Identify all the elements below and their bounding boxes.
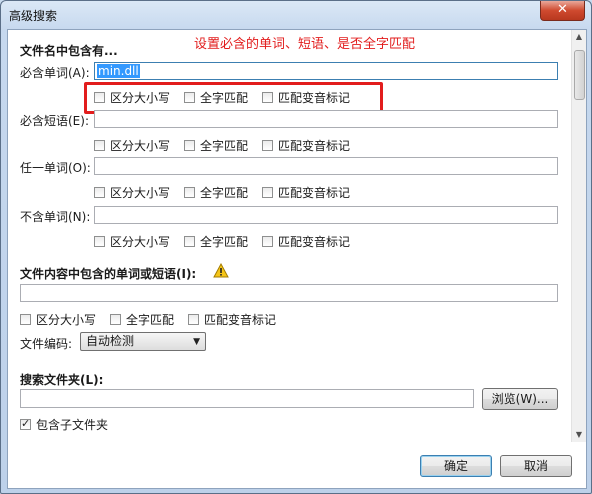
checkbox-label: 包含子文件夹 — [36, 418, 109, 432]
checkbox-label: 全字匹配 — [200, 186, 249, 200]
window-title: 高级搜索 — [9, 9, 58, 23]
include-subfolders-checkbox[interactable]: 包含子文件夹 — [20, 416, 108, 433]
match-diacritics-checkbox[interactable]: 匹配变音标记 — [262, 137, 350, 154]
checkbox-label: 匹配变音标记 — [278, 139, 351, 153]
content-whole-word-checkbox[interactable]: 全字匹配 — [110, 311, 174, 328]
checkbox-box[interactable] — [262, 140, 274, 151]
checkbox-label: 区分大小写 — [110, 186, 171, 200]
must-phrase-options: 区分大小写 全字匹配 匹配变音标记 — [94, 137, 364, 154]
checkbox-label: 区分大小写 — [110, 139, 171, 153]
whole-word-checkbox[interactable]: 全字匹配 — [184, 184, 248, 201]
browse-button[interactable]: 浏览(W)... — [482, 388, 558, 410]
exclude-words-options: 区分大小写 全字匹配 匹配变音标记 — [94, 233, 364, 250]
dialog-body: ▲ ▼ 设置必含的单词、短语、是否全字匹配 文件名中包含有... 必含单词(A)… — [7, 29, 587, 489]
whole-word-checkbox[interactable]: 全字匹配 — [184, 233, 248, 250]
match-case-checkbox[interactable]: 区分大小写 — [94, 184, 170, 201]
scroll-down-icon[interactable]: ▼ — [572, 428, 586, 442]
must-phrase-input[interactable] — [94, 110, 558, 128]
whole-word-checkbox[interactable]: 全字匹配 — [184, 137, 248, 154]
title-bar[interactable]: 高级搜索 ✕ — [1, 1, 591, 29]
must-words-input[interactable]: min.dll — [94, 62, 558, 80]
match-diacritics-checkbox[interactable]: 匹配变音标记 — [262, 184, 350, 201]
checkbox-box[interactable] — [110, 314, 122, 325]
checkbox-box[interactable] — [94, 140, 105, 151]
folder-input[interactable] — [20, 389, 474, 408]
checkbox-box[interactable] — [184, 236, 196, 247]
checkbox-box[interactable] — [94, 236, 105, 247]
scroll-up-icon[interactable]: ▲ — [572, 30, 586, 44]
any-word-input[interactable] — [94, 157, 558, 175]
ok-button[interactable]: 确定 — [420, 455, 492, 477]
advanced-search-dialog: 高级搜索 ✕ ▲ ▼ 设置必含的单词、短语、是否全字匹配 文件名中包含有... … — [0, 0, 592, 494]
checkbox-label: 匹配变音标记 — [278, 235, 351, 249]
content-section-heading: 文件内容中包含的单词或短语(I): — [20, 267, 197, 281]
checkbox-label: 区分大小写 — [36, 313, 97, 327]
filename-section-heading: 文件名中包含有... — [20, 44, 118, 58]
content-match-case-checkbox[interactable]: 区分大小写 — [20, 311, 96, 328]
checkbox-box[interactable] — [20, 417, 31, 430]
checkbox-box[interactable] — [262, 236, 274, 247]
checkbox-label: 匹配变音标记 — [204, 313, 277, 327]
must-words-label: 必含单词(A): — [20, 66, 90, 80]
match-case-checkbox[interactable]: 区分大小写 — [94, 233, 170, 250]
checkbox-label: 区分大小写 — [110, 235, 171, 249]
any-word-options: 区分大小写 全字匹配 匹配变音标记 — [94, 184, 364, 201]
checkbox-box[interactable] — [20, 314, 31, 325]
encoding-value: 自动检测 — [86, 334, 135, 348]
match-case-checkbox[interactable]: 区分大小写 — [94, 137, 170, 154]
checkbox-label: 全字匹配 — [200, 235, 249, 249]
checkbox-label: 全字匹配 — [126, 313, 175, 327]
match-diacritics-checkbox[interactable]: 匹配变音标记 — [262, 233, 350, 250]
content-options: 区分大小写 全字匹配 匹配变音标记 — [20, 311, 290, 328]
folder-section-heading: 搜索文件夹(L): — [20, 373, 104, 387]
scroll-thumb[interactable] — [574, 50, 585, 100]
content-match-diacritics-checkbox[interactable]: 匹配变音标记 — [188, 311, 276, 328]
checkbox-box[interactable] — [94, 187, 105, 198]
checkbox-box[interactable] — [184, 140, 196, 151]
checkbox-box[interactable] — [262, 187, 274, 198]
chevron-down-icon: ▼ — [193, 337, 200, 347]
encoding-select[interactable]: 自动检测 ▼ — [80, 332, 206, 351]
must-phrase-label: 必含短语(E): — [20, 114, 89, 128]
any-word-label: 任一单词(O): — [20, 161, 91, 175]
exclude-words-input[interactable] — [94, 206, 558, 224]
encoding-label: 文件编码: — [20, 337, 73, 351]
annotation-text: 设置必含的单词、短语、是否全字匹配 — [194, 37, 416, 52]
content-input[interactable] — [20, 284, 558, 302]
close-button[interactable]: ✕ — [540, 1, 585, 21]
cancel-button[interactable]: 取消 — [500, 455, 572, 477]
checkbox-box[interactable] — [184, 187, 196, 198]
checkbox-label: 匹配变音标记 — [278, 186, 351, 200]
checkbox-label: 全字匹配 — [200, 139, 249, 153]
checkbox-box[interactable] — [188, 314, 200, 325]
must-words-value: min.dll — [97, 64, 140, 78]
warning-icon — [213, 263, 229, 278]
vertical-scrollbar[interactable]: ▲ ▼ — [571, 30, 586, 442]
exclude-words-label: 不含单词(N): — [20, 210, 91, 224]
